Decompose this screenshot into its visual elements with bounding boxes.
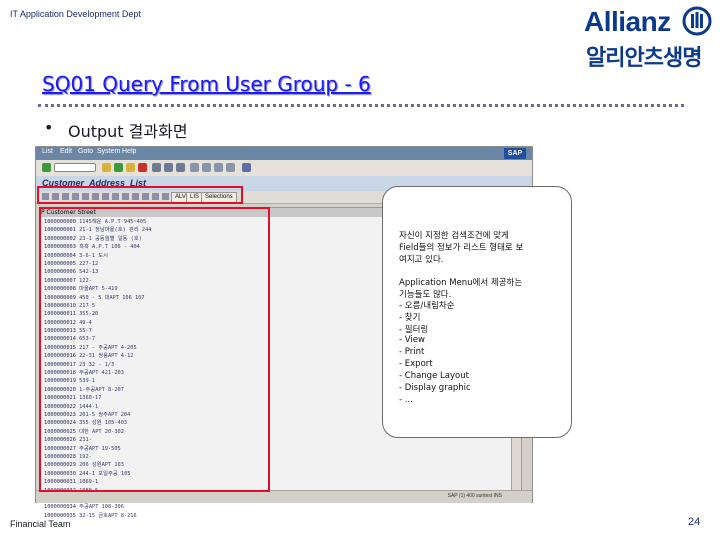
sap-menubar: List Edit Goto System Help SAP: [36, 147, 532, 160]
menu-goto[interactable]: Goto: [78, 148, 93, 155]
callout-line: - Display graphic: [399, 383, 471, 393]
menu-list[interactable]: List: [42, 148, 53, 155]
department-label: IT Application Development Dept: [10, 9, 141, 19]
list-highlight-box: [39, 207, 270, 492]
exit-icon[interactable]: [126, 163, 135, 172]
callout-line: Field들의 정보가 리스트 형태로 보: [399, 243, 524, 253]
back-icon[interactable]: [114, 163, 123, 172]
slide-title: SQ01 Query From User Group - 6: [42, 72, 371, 96]
customer-id: 1000000035: [44, 512, 76, 519]
help-icon[interactable]: [242, 163, 251, 172]
bullet-icon: •: [44, 118, 54, 137]
find-icon[interactable]: [164, 163, 173, 172]
find-next-icon[interactable]: [176, 163, 185, 172]
title-divider: [38, 104, 684, 107]
allianz-eagle-icon: [682, 6, 712, 36]
table-row[interactable]: 1000000034 주공APT 108-306: [44, 503, 264, 511]
callout-line: Application Menu에서 제공하는: [399, 278, 523, 288]
status-text: SAP (1) 400 suntest INS: [447, 493, 502, 499]
toolbar-highlight-box: [37, 186, 243, 204]
callout-line: - Export: [399, 359, 433, 369]
menu-system[interactable]: System: [97, 148, 120, 155]
prev-page-icon[interactable]: [202, 163, 211, 172]
cancel-icon[interactable]: [138, 163, 147, 172]
logo-text: Allianz: [584, 6, 671, 37]
command-field[interactable]: [54, 163, 96, 172]
save-icon[interactable]: [102, 163, 111, 172]
sap-logo: SAP: [504, 148, 526, 159]
allianz-logo-korean: 알리안츠생명: [586, 46, 702, 71]
street-cell: 32-15 금호APT 8-216: [79, 512, 137, 519]
enter-icon[interactable]: [42, 163, 51, 172]
callout-line: 여지고 있다.: [399, 255, 444, 265]
standard-toolbar: [36, 160, 532, 177]
bullet-text: Output 결과화면: [68, 122, 188, 141]
callout-box: 자신이 지정한 검색조건에 맞게 Field들의 정보가 리스트 형태로 보여지고…: [382, 186, 572, 438]
page-number: 24: [688, 516, 701, 528]
callout-line: - ...: [399, 395, 413, 405]
street-cell: 주공APT 108-306: [79, 504, 124, 511]
allianz-logo: Allianz: [584, 6, 712, 38]
last-page-icon[interactable]: [226, 163, 235, 172]
menu-help[interactable]: Help: [122, 148, 136, 155]
callout-line: - 필터링: [399, 325, 429, 335]
table-row[interactable]: 1000000035 32-15 금호APT 8-216: [44, 512, 264, 520]
customer-id: 1000000034: [44, 504, 76, 511]
next-page-icon[interactable]: [214, 163, 223, 172]
menu-edit[interactable]: Edit: [60, 148, 72, 155]
callout-line: - 오름/내림차순: [399, 301, 455, 311]
callout-line: - 찾기: [399, 313, 421, 323]
first-page-icon[interactable]: [190, 163, 199, 172]
callout-line: 자신이 지정한 검색조건에 맞게: [399, 231, 509, 241]
callout-line: - Change Layout: [399, 371, 469, 381]
footer-team: Financial Team: [10, 519, 71, 529]
print-icon[interactable]: [152, 163, 161, 172]
callout-line: - Print: [399, 347, 425, 357]
callout-line: - View: [399, 335, 425, 345]
